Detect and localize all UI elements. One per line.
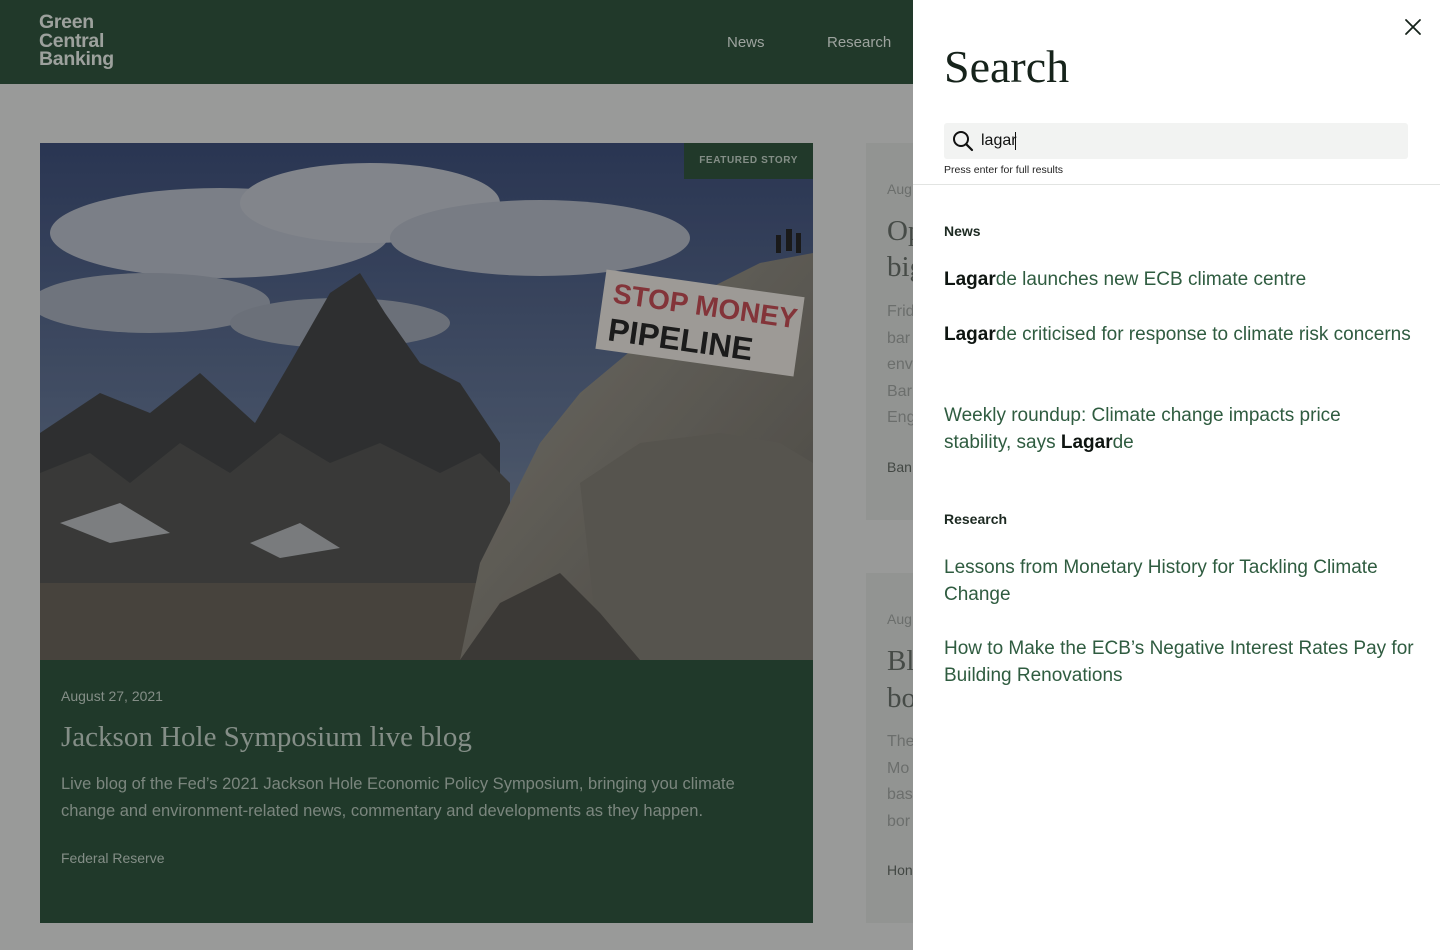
result-text: Lessons from Monetary History for Tackli…: [944, 557, 1378, 605]
result-text: Weekly roundup: Climate change impacts p…: [944, 405, 1341, 453]
close-icon: [1405, 19, 1421, 35]
results-group-research: Research: [944, 511, 1008, 527]
search-panel: Search Press enter for full results News…: [913, 0, 1440, 950]
search-result[interactable]: How to Make the ECB’s Negative Interest …: [944, 636, 1414, 689]
result-text: de launches new ECB climate centre: [995, 269, 1307, 290]
search-result[interactable]: Weekly roundup: Climate change impacts p…: [944, 403, 1364, 456]
result-match: Lagar: [944, 324, 996, 345]
result-match: Lagar: [1060, 431, 1113, 453]
result-text: de: [1112, 431, 1134, 453]
search-result[interactable]: Lagarde launches new ECB climate centre: [944, 267, 1414, 294]
divider: [913, 184, 1440, 185]
search-heading: Search: [944, 41, 1070, 92]
search-hint: Press enter for full results: [944, 164, 1064, 176]
search-icon: [953, 131, 974, 152]
search-box[interactable]: [944, 123, 1408, 159]
result-match: Lagar: [944, 269, 996, 290]
close-button[interactable]: [1401, 15, 1425, 39]
search-input[interactable]: [981, 123, 1401, 159]
text-caret: [1015, 132, 1016, 150]
search-result[interactable]: Lessons from Monetary History for Tackli…: [944, 555, 1394, 608]
modal-overlay[interactable]: [0, 0, 913, 950]
result-text: de criticised for response to climate ri…: [995, 324, 1411, 345]
search-result[interactable]: Lagarde criticised for response to clima…: [944, 322, 1414, 349]
results-group-news: News: [944, 223, 981, 239]
result-text: How to Make the ECB’s Negative Interest …: [944, 638, 1414, 686]
